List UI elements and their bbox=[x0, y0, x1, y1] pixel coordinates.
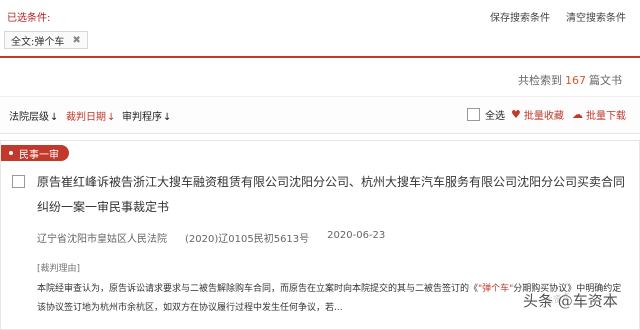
case-type-label: 民事一审 bbox=[19, 149, 59, 161]
sort-bar: 法院层级↓ 裁判日期↓ 审判程序↓ 全选 ♥ 批量收藏 ☁ 批量下载 bbox=[0, 96, 640, 134]
cloud-download-icon: ☁ bbox=[572, 108, 583, 121]
arrow-down-icon: ↓ bbox=[107, 112, 116, 123]
snippet-before: 本院经审查认为，原告诉讼请求要求与二被告解除购车合同，而原告在立案时向本院提交的… bbox=[37, 284, 479, 294]
batch-download-label: 批量下载 bbox=[586, 111, 626, 122]
watermark-text: 头条 @车资本 bbox=[523, 292, 618, 310]
select-all[interactable]: 全选 bbox=[467, 107, 505, 122]
chip-label: 全文: bbox=[11, 36, 35, 48]
case-date: 2020-06-23 bbox=[327, 230, 386, 241]
case-title-link[interactable]: 原告崔红峰诉被告浙江大搜车融资租赁有限公司沈阳分公司、杭州大搜车汽车服务有限公司… bbox=[37, 170, 627, 220]
case-type-tag: 民事一审 bbox=[1, 145, 69, 161]
select-all-label: 全选 bbox=[485, 111, 505, 122]
batch-collect-button[interactable]: ♥ 批量收藏 bbox=[511, 107, 564, 122]
close-icon[interactable]: ✖ bbox=[72, 35, 80, 46]
heart-icon: ♥ bbox=[511, 108, 521, 121]
sort-trial-procedure[interactable]: 审判程序↓ bbox=[122, 108, 171, 123]
arrow-down-icon: ↓ bbox=[50, 112, 59, 123]
case-meta: 辽宁省沈阳市皇姑区人民法院 (2020)辽0105民初5613号 2020-06… bbox=[37, 230, 403, 245]
snippet-highlight: "弹个车" bbox=[478, 284, 514, 294]
result-suffix: 篇文书 bbox=[589, 74, 622, 87]
divider bbox=[0, 56, 640, 58]
dot-icon bbox=[9, 151, 13, 155]
sort-court-level[interactable]: 法院层级↓ bbox=[9, 108, 58, 123]
result-number: 167 bbox=[565, 74, 586, 87]
clear-search-button[interactable]: 清空搜索条件 bbox=[566, 9, 626, 24]
sort-court-level-label: 法院层级 bbox=[9, 112, 49, 123]
batch-collect-label: 批量收藏 bbox=[523, 111, 564, 122]
select-all-checkbox[interactable] bbox=[467, 108, 480, 121]
sort-judge-date[interactable]: 裁判日期↓ bbox=[66, 108, 115, 123]
chip-value: 弹个车 bbox=[34, 36, 65, 48]
reason-label: [裁判理由] bbox=[37, 264, 81, 274]
batch-download-button[interactable]: ☁ 批量下载 bbox=[572, 107, 626, 122]
filter-bar: 已选条件: 保存搜索条件 清空搜索条件 全文: 弹个车 ✖ bbox=[0, 0, 640, 56]
case-checkbox[interactable] bbox=[12, 175, 25, 188]
filter-title: 已选条件: bbox=[7, 13, 51, 24]
sort-trial-procedure-label: 审判程序 bbox=[122, 112, 162, 123]
result-count: 共检索到 167 篇文书 bbox=[518, 72, 622, 88]
result-prefix: 共检索到 bbox=[518, 74, 562, 87]
case-court: 辽宁省沈阳市皇姑区人民法院 bbox=[37, 234, 167, 245]
case-number: (2020)辽0105民初5613号 bbox=[185, 234, 310, 245]
filter-chip[interactable]: 全文: 弹个车 ✖ bbox=[4, 31, 88, 49]
arrow-down-icon: ↓ bbox=[163, 112, 172, 123]
sort-judge-date-label: 裁判日期 bbox=[66, 112, 106, 123]
save-search-button[interactable]: 保存搜索条件 bbox=[490, 9, 550, 24]
